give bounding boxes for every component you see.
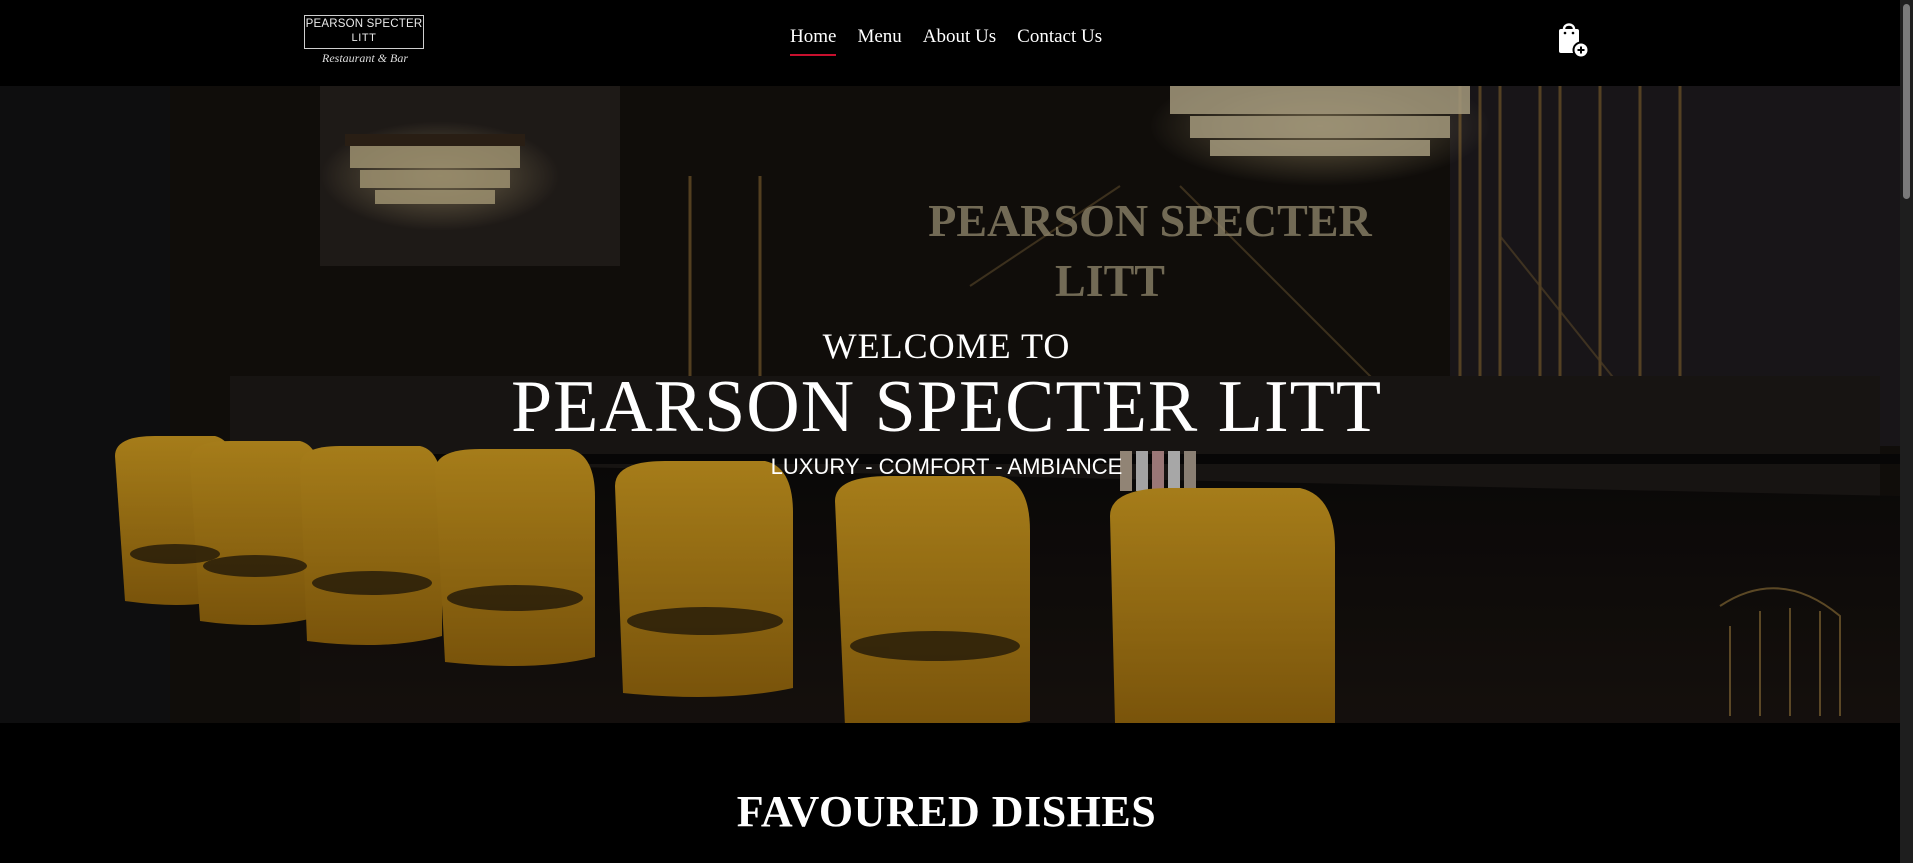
- nav-contact-link[interactable]: Contact Us: [1017, 26, 1102, 54]
- logo-text-line2: LITT: [351, 32, 377, 44]
- favoured-dishes-heading: FAVOURED DISHES: [736, 787, 1157, 836]
- hero-title: PEARSON SPECTER LITT: [510, 366, 1383, 448]
- scrollbar-thumb[interactable]: [1903, 4, 1910, 199]
- logo-subtitle: Restaurant & Bar: [322, 51, 408, 65]
- nav-about-link[interactable]: About Us: [923, 26, 996, 54]
- site-header: PEARSON SPECTER LITT Restaurant & Bar Ho…: [0, 0, 1900, 86]
- page-scrollbar[interactable]: [1900, 0, 1913, 863]
- nav-home-link[interactable]: Home: [790, 26, 837, 56]
- cart-button[interactable]: [1552, 18, 1594, 60]
- shopping-bag-add-icon: [1559, 23, 1590, 59]
- page: PEARSON SPECTER LITT Restaurant & Bar Ho…: [0, 0, 1913, 863]
- hero-text-block: WELCOME TO PEARSON SPECTER LITT LUXURY -…: [0, 326, 1893, 482]
- main-nav: Home Menu About Us Contact Us: [790, 26, 1102, 60]
- hero-tagline: LUXURY - COMFORT - AMBIANCE: [770, 454, 1123, 479]
- logo[interactable]: PEARSON SPECTER LITT Restaurant & Bar: [304, 13, 426, 69]
- hero-banner: PEARSON SPECTER LITT WELCOME TO PEARSON …: [0, 86, 1900, 723]
- logo-text-line1: PEARSON SPECTER: [305, 18, 423, 30]
- nav-menu-link[interactable]: Menu: [857, 26, 901, 54]
- hero-welcome: WELCOME TO: [822, 326, 1071, 366]
